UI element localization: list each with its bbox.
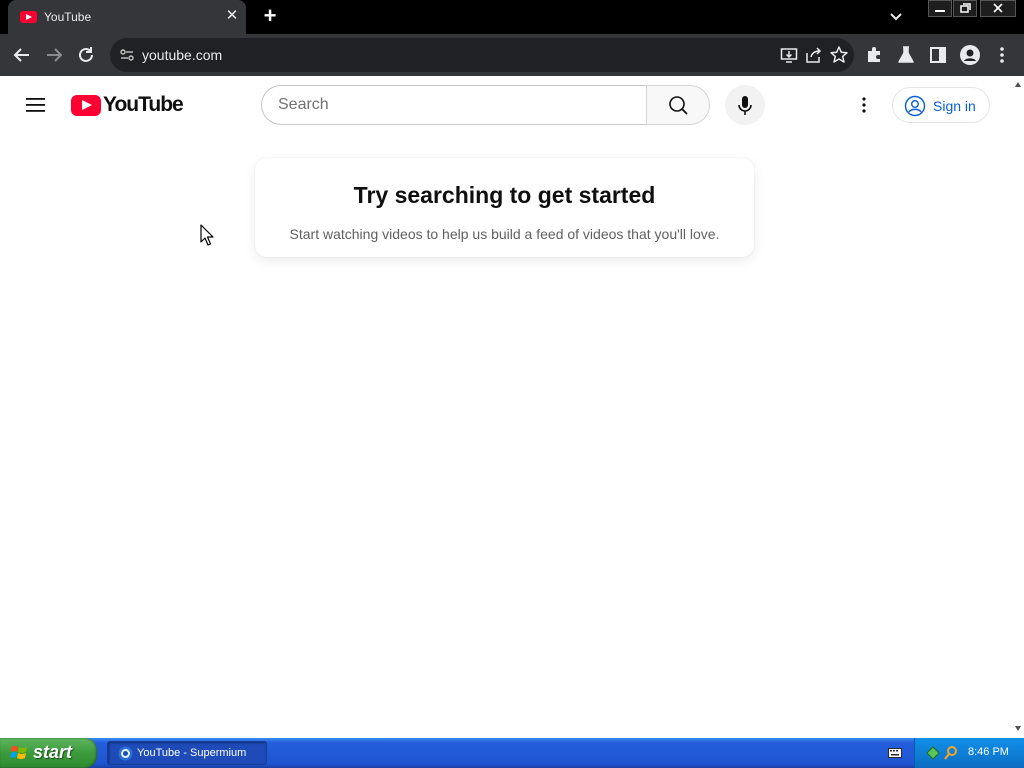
tray-clock: 8:46 PM xyxy=(968,746,1009,758)
search-icon xyxy=(669,96,688,115)
labs-button[interactable] xyxy=(894,43,918,67)
youtube-logo-text: YouTube xyxy=(103,93,184,116)
taskbar-item-youtube[interactable]: YouTube - Supermium xyxy=(107,741,267,765)
browser-toolbar: youtube.com xyxy=(0,34,1024,76)
browser-tab-strip: YouTube ✕ + xyxy=(0,0,1024,34)
back-button[interactable] xyxy=(10,43,34,67)
feed-nudge-title: Try searching to get started xyxy=(353,182,656,208)
settings-more-button[interactable] xyxy=(848,89,880,121)
share-icon[interactable] xyxy=(805,46,823,69)
back-icon xyxy=(13,48,29,62)
feed-nudge-card: Try searching to get started Start watch… xyxy=(255,158,754,257)
restore-icon xyxy=(960,3,971,13)
close-icon xyxy=(993,3,1003,13)
extensions-button[interactable] xyxy=(862,43,886,67)
plus-icon: + xyxy=(263,3,277,28)
search-tray-icon[interactable] xyxy=(943,745,959,761)
sign-in-button[interactable]: Sign in xyxy=(892,87,990,123)
tab-search-button[interactable] xyxy=(886,8,906,26)
site-info-icon[interactable] xyxy=(119,47,135,63)
forward-icon xyxy=(47,48,63,62)
new-tab-button[interactable]: + xyxy=(258,5,282,29)
close-icon[interactable]: ✕ xyxy=(224,8,240,24)
system-tray: 8:46 PM xyxy=(914,738,1024,768)
windows-taskbar: start YouTube - Supermium 8:46 PM xyxy=(0,738,1024,768)
chevron-down-icon xyxy=(890,13,902,21)
reload-icon xyxy=(79,47,93,62)
extensions-icon xyxy=(868,47,880,62)
scroll-down-arrow-icon[interactable] xyxy=(1015,726,1021,731)
sign-in-label: Sign in xyxy=(933,98,976,114)
window-restore-button[interactable] xyxy=(953,0,977,17)
microphone-icon xyxy=(738,96,752,115)
hamburger-menu-icon xyxy=(26,98,45,112)
youtube-play-logo-icon xyxy=(71,95,101,116)
install-app-icon[interactable] xyxy=(780,46,798,69)
labs-flask-icon xyxy=(898,46,914,63)
browser-menu-button[interactable] xyxy=(990,43,1014,67)
address-bar[interactable]: youtube.com xyxy=(110,38,854,72)
start-label: start xyxy=(33,742,73,762)
kebab-menu-icon xyxy=(1000,47,1004,63)
window-minimize-button[interactable] xyxy=(928,0,952,17)
search-input[interactable] xyxy=(278,95,628,115)
account-circle-icon xyxy=(904,95,926,117)
scroll-up-arrow-icon[interactable] xyxy=(1015,82,1021,87)
page-scrollbar[interactable] xyxy=(1012,76,1024,738)
youtube-favicon-icon xyxy=(20,11,37,23)
tab-title: YouTube xyxy=(44,10,92,24)
youtube-masthead: YouTube Sign in xyxy=(0,76,1014,134)
window-close-button[interactable] xyxy=(980,0,1016,17)
supermium-browser-icon xyxy=(118,746,133,761)
bookmark-star-icon[interactable] xyxy=(829,45,849,70)
start-button[interactable]: start xyxy=(0,738,97,768)
youtube-logo[interactable]: YouTube xyxy=(71,93,184,117)
reload-button[interactable] xyxy=(74,43,98,67)
side-panel-button[interactable] xyxy=(926,43,950,67)
profile-button[interactable] xyxy=(958,43,982,67)
address-bar-url[interactable]: youtube.com xyxy=(142,47,222,63)
guide-menu-button[interactable] xyxy=(20,89,52,121)
windows-logo-icon xyxy=(10,746,27,759)
network-icon[interactable] xyxy=(925,745,941,761)
voice-search-button[interactable] xyxy=(725,85,765,125)
more-vert-icon xyxy=(862,97,866,113)
tab-youtube[interactable]: YouTube ✕ xyxy=(8,0,246,34)
feed-nudge-subtitle: Start watching videos to help us build a… xyxy=(289,226,720,242)
mouse-cursor-icon xyxy=(200,224,214,246)
minimize-icon xyxy=(935,10,945,12)
search-button[interactable] xyxy=(646,85,710,125)
side-panel-icon xyxy=(930,47,946,63)
keyboard-layout-icon[interactable] xyxy=(888,747,902,759)
forward-button[interactable] xyxy=(42,43,66,67)
taskbar-item-label: YouTube - Supermium xyxy=(137,747,247,759)
search-box[interactable] xyxy=(261,85,647,125)
profile-icon xyxy=(960,45,980,65)
